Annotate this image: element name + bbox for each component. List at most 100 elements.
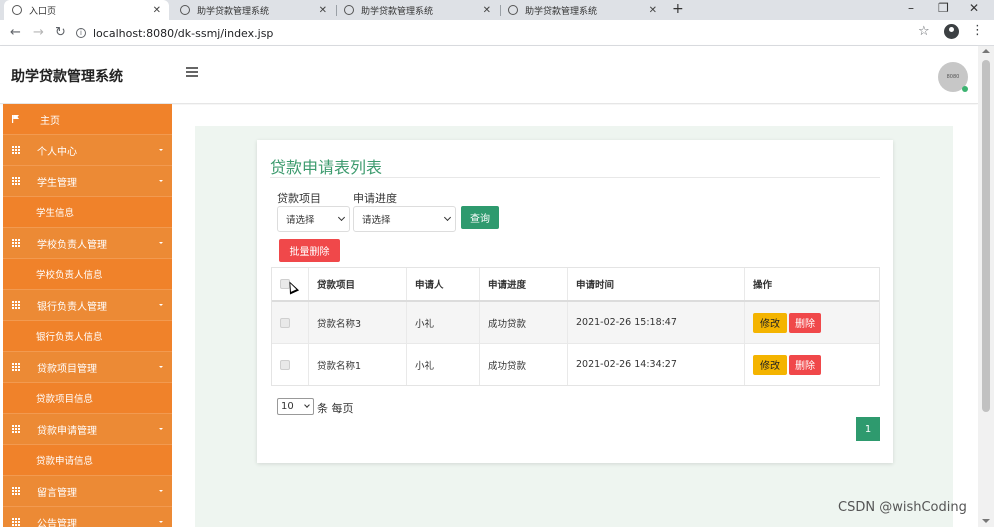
tab-title: 助学贷款管理系统 xyxy=(525,6,598,17)
brand-title: 助学贷款管理系统 xyxy=(11,69,123,85)
close-tab-icon[interactable]: ✕ xyxy=(649,5,657,16)
url-text: localhost:8080/dk-ssmj/index.jsp xyxy=(93,26,274,40)
page-title: 贷款申请表列表 xyxy=(270,158,383,177)
close-tab-icon[interactable]: ✕ xyxy=(483,5,491,16)
sidebar-item-student-info[interactable]: 学生信息 xyxy=(3,197,172,228)
browser-tab-1[interactable]: 入口页 ✕ xyxy=(4,0,169,20)
close-tab-icon[interactable]: ✕ xyxy=(153,5,161,16)
cell-time: 2021-02-26 15:18:47 xyxy=(568,302,745,343)
sidebar-item-bank-manager-info[interactable]: 银行负责人信息 xyxy=(3,321,172,352)
sidebar-item-home[interactable]: 主页 xyxy=(3,104,172,135)
page-button-current[interactable]: 1 xyxy=(856,417,880,441)
caret-down-icon xyxy=(159,242,163,244)
scrollbar-thumb[interactable] xyxy=(982,60,990,412)
cell-applicant: 小礼 xyxy=(407,302,480,343)
sidebar-item-loan-project-management[interactable]: 贷款项目管理 xyxy=(3,352,172,383)
caret-down-icon xyxy=(159,521,163,523)
cell-applicant: 小礼 xyxy=(407,344,480,385)
grid-icon xyxy=(12,487,20,495)
online-status-dot xyxy=(962,86,968,92)
grid-icon xyxy=(12,363,20,371)
browser-tab-2[interactable]: 助学贷款管理系统 ✕ xyxy=(172,0,335,20)
browser-tab-4[interactable]: 助学贷款管理系统 ✕ xyxy=(500,0,665,20)
progress-select-value: 请选择 xyxy=(362,215,391,226)
sidebar-item-announcement-management[interactable]: 公告管理 xyxy=(3,507,172,527)
sidebar-item-label: 主页 xyxy=(40,115,60,127)
row-checkbox[interactable] xyxy=(280,317,290,328)
sidebar-item-label: 贷款项目管理 xyxy=(37,363,97,375)
table-header-row: 贷款项目 申请人 申请进度 申请时间 操作 xyxy=(272,268,879,302)
sidebar-item-loan-project-info[interactable]: 贷款项目信息 xyxy=(3,383,172,414)
new-tab-button[interactable]: + xyxy=(672,1,684,17)
more-menu-icon[interactable]: ⋮ xyxy=(971,23,984,38)
sidebar-item-label: 公告管理 xyxy=(37,518,77,527)
caret-down-icon xyxy=(159,149,163,151)
header-time: 申请时间 xyxy=(568,268,745,300)
row-checkbox[interactable] xyxy=(280,359,290,370)
sidebar-item-label: 银行负责人管理 xyxy=(37,301,107,313)
loan-application-table: 贷款项目 申请人 申请进度 申请时间 操作 贷款名称3 小礼 成功贷款 2021… xyxy=(271,267,880,386)
edit-button[interactable]: 修改 xyxy=(753,312,787,333)
browser-tab-3[interactable]: 助学贷款管理系统 ✕ xyxy=(336,0,499,20)
sidebar-item-label: 留言管理 xyxy=(37,487,77,499)
info-icon[interactable]: i xyxy=(76,28,86,38)
account-icon[interactable] xyxy=(944,24,959,39)
page-size-select[interactable]: 10 xyxy=(277,398,314,415)
query-button[interactable]: 查询 xyxy=(461,206,499,229)
mouse-cursor-icon xyxy=(284,279,300,295)
forward-arrow-icon[interactable]: → xyxy=(33,25,44,40)
globe-icon xyxy=(344,5,354,15)
sidebar-item-school-manager-info[interactable]: 学校负责人信息 xyxy=(3,259,172,290)
restore-button[interactable]: ❐ xyxy=(938,1,949,15)
bookmark-star-icon[interactable]: ☆ xyxy=(918,24,930,39)
progress-select[interactable]: 请选择 xyxy=(353,206,456,232)
sidebar-item-personal-center[interactable]: 个人中心 xyxy=(3,135,172,166)
close-tab-icon[interactable]: ✕ xyxy=(319,5,327,16)
row-checkbox-cell xyxy=(272,302,309,343)
progress-filter-label: 申请进度 xyxy=(353,192,397,205)
cell-time: 2021-02-26 14:34:27 xyxy=(568,344,745,385)
grid-icon xyxy=(12,177,20,185)
page-size-suffix: 条 每页 xyxy=(317,402,354,415)
tab-title: 助学贷款管理系统 xyxy=(197,6,270,17)
url-field[interactable]: i localhost:8080/dk-ssmj/index.jsp xyxy=(76,23,916,43)
sidebar-item-bank-manager-management[interactable]: 银行负责人管理 xyxy=(3,290,172,321)
table-row: 贷款名称3 小礼 成功贷款 2021-02-26 15:18:47 修改 删除 xyxy=(272,302,879,344)
sidebar-item-loan-application-info[interactable]: 贷款申请信息 xyxy=(3,445,172,476)
window-close-button[interactable]: ✕ xyxy=(969,1,979,15)
cell-project: 贷款名称1 xyxy=(309,344,407,385)
caret-down-icon xyxy=(159,366,163,368)
project-select-value: 请选择 xyxy=(286,215,315,226)
caret-down-icon xyxy=(159,180,163,182)
row-checkbox-cell xyxy=(272,344,309,385)
scroll-up-arrow-icon[interactable] xyxy=(982,49,990,53)
reload-icon[interactable]: ↻ xyxy=(55,25,66,40)
grid-icon xyxy=(12,518,20,526)
edit-button[interactable]: 修改 xyxy=(753,354,787,375)
grid-icon xyxy=(12,239,20,247)
sidebar-item-student-management[interactable]: 学生管理 xyxy=(3,166,172,197)
globe-icon xyxy=(180,5,190,15)
divider xyxy=(270,177,880,178)
hamburger-menu-icon[interactable] xyxy=(186,67,198,77)
scroll-down-arrow-icon[interactable] xyxy=(982,519,990,523)
back-arrow-icon[interactable]: ← xyxy=(10,25,21,40)
delete-button[interactable]: 删除 xyxy=(789,354,821,375)
sidebar-item-message-management[interactable]: 留言管理 xyxy=(3,476,172,507)
sidebar-item-school-manager-management[interactable]: 学校负责人管理 xyxy=(3,228,172,259)
globe-icon xyxy=(12,5,22,15)
project-select[interactable]: 请选择 xyxy=(277,206,350,232)
header-applicant: 申请人 xyxy=(407,268,480,300)
page-size-value: 10 xyxy=(281,401,294,412)
chevron-down-icon xyxy=(443,213,452,222)
sidebar-item-label: 贷款申请管理 xyxy=(37,425,97,437)
minimize-button[interactable]: – xyxy=(908,1,914,15)
delete-button[interactable]: 删除 xyxy=(789,312,821,333)
table-row: 贷款名称1 小礼 成功贷款 2021-02-26 14:34:27 修改 删除 xyxy=(272,344,879,385)
sidebar-item-label: 学校负责人管理 xyxy=(37,239,107,251)
header-checkbox-cell xyxy=(272,268,309,300)
cell-actions: 修改 删除 xyxy=(745,344,879,385)
batch-delete-button[interactable]: 批量删除 xyxy=(279,239,340,262)
sidebar-item-loan-application-management[interactable]: 贷款申请管理 xyxy=(3,414,172,445)
chevron-down-icon xyxy=(304,402,310,408)
